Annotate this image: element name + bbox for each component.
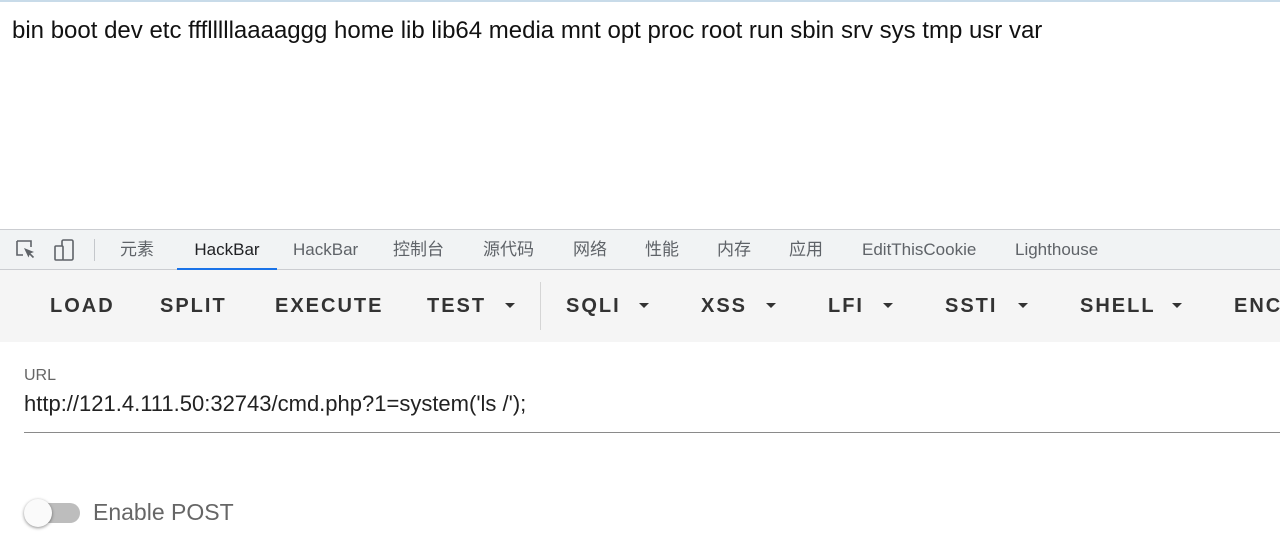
lfi-chevron-down-icon — [883, 303, 893, 308]
split-button[interactable]: SPLIT — [160, 291, 227, 321]
tab-elements[interactable]: 元素 — [120, 230, 154, 269]
tab-hackbar[interactable]: HackBar — [293, 230, 358, 269]
top-border — [0, 0, 1280, 2]
tab-hackbar-active[interactable]: HackBar — [177, 230, 277, 270]
test-chevron-down-icon — [505, 303, 515, 308]
url-input-underline — [24, 432, 1280, 433]
tab-network[interactable]: 网络 — [573, 230, 607, 269]
ssti-dropdown-button[interactable]: SSTI — [945, 291, 997, 321]
xss-chevron-down-icon — [766, 303, 776, 308]
shell-dropdown-button[interactable]: SHELL — [1080, 291, 1156, 321]
sqli-chevron-down-icon — [639, 303, 649, 308]
tab-application[interactable]: 应用 — [789, 230, 823, 269]
enable-post-label[interactable]: Enable POST — [93, 499, 234, 526]
tab-performance[interactable]: 性能 — [645, 230, 679, 269]
test-dropdown-button[interactable]: TEST — [427, 291, 486, 321]
hackbar-toolbar: LOAD SPLIT EXECUTE TEST SQLI XSS LFI SST… — [0, 270, 1280, 342]
device-toolbar-icon[interactable] — [53, 238, 77, 262]
tab-console[interactable]: 控制台 — [393, 230, 444, 269]
enc-dropdown-button[interactable]: ENC — [1234, 291, 1280, 321]
inspect-element-icon[interactable] — [14, 238, 38, 262]
devtools-separator — [94, 239, 95, 261]
ssti-chevron-down-icon — [1018, 303, 1028, 308]
sqli-dropdown-button[interactable]: SQLI — [566, 291, 621, 321]
tab-sources[interactable]: 源代码 — [483, 230, 534, 269]
execute-button[interactable]: EXECUTE — [275, 291, 383, 321]
enable-post-toggle[interactable] — [24, 499, 52, 527]
load-button[interactable]: LOAD — [50, 291, 115, 321]
url-field-label: URL — [24, 367, 57, 384]
devtools-tab-bar: 元素 HackBar HackBar 控制台 源代码 网络 性能 内存 应用 E… — [0, 229, 1280, 270]
url-input[interactable]: http://121.4.111.50:32743/cmd.php?1=syst… — [24, 391, 526, 417]
tab-editthiscookie[interactable]: EditThisCookie — [862, 230, 976, 269]
tab-lighthouse[interactable]: Lighthouse — [1015, 230, 1098, 269]
xss-dropdown-button[interactable]: XSS — [701, 291, 747, 321]
shell-chevron-down-icon — [1172, 303, 1182, 308]
lfi-dropdown-button[interactable]: LFI — [828, 291, 864, 321]
tab-memory[interactable]: 内存 — [717, 230, 751, 269]
command-output: bin boot dev etc ffflllllaaaaggg home li… — [12, 17, 1043, 44]
toolbar-separator — [540, 282, 541, 330]
